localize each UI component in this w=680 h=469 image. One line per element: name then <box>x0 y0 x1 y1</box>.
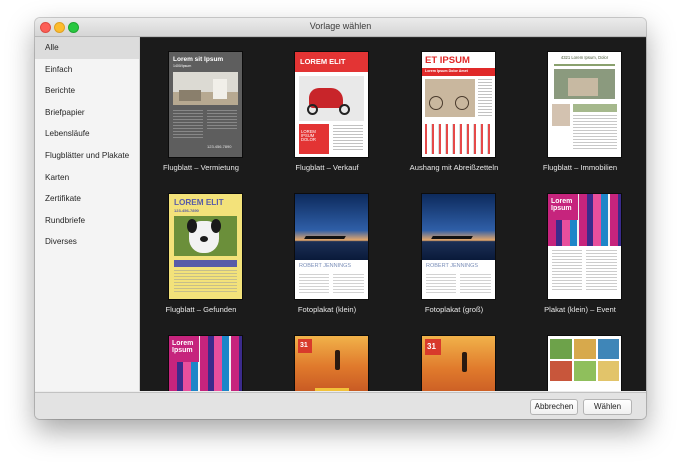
choose-button[interactable]: Wählen <box>583 399 632 415</box>
template-label: Fotoplakat (groß) <box>424 305 484 314</box>
sidebar-item-einfach[interactable]: Einfach <box>35 59 139 81</box>
template-thumbnail[interactable]: 31 <box>422 336 495 391</box>
template-chooser-window: Vorlage wählen Alle Einfach Berichte Bri… <box>35 18 646 419</box>
cancel-button[interactable]: Abbrechen <box>530 399 578 415</box>
dialog-footer: Abbrechen Wählen <box>35 392 646 419</box>
template-thumbnail[interactable] <box>548 336 621 391</box>
sidebar-item-diverses[interactable]: Diverses <box>35 231 139 253</box>
sidebar-item-karten[interactable]: Karten <box>35 167 139 189</box>
template-thumbnail[interactable]: LOREM ELIT LOREM IPSUM DOLOR <box>295 52 368 157</box>
sidebar-item-briefpapier[interactable]: Briefpapier <box>35 102 139 124</box>
sidebar-item-rundbriefe[interactable]: Rundbriefe <box>35 210 139 232</box>
template-thumbnail[interactable]: 31 <box>295 336 368 391</box>
template-label: Flugblatt – Verkauf <box>295 163 359 172</box>
title-bar: Vorlage wählen <box>35 18 646 37</box>
sidebar-item-zertifikate[interactable]: Zertifikate <box>35 188 139 210</box>
template-label: Aushang mit Abreißzetteln <box>409 163 499 172</box>
template-thumbnail[interactable]: 4321 Lorem Ipsum, Dolor <box>548 52 621 157</box>
template-gallery: Lorem sit Ipsum 1400/Ipsum 123.456.7890 … <box>140 37 646 391</box>
template-thumbnail[interactable]: ROBERT JENNINGS <box>295 194 368 299</box>
window-title: Vorlage wählen <box>309 21 372 31</box>
template-thumbnail[interactable]: Lorem Ipsum <box>169 336 242 391</box>
category-sidebar: Alle Einfach Berichte Briefpapier Lebens… <box>35 37 140 391</box>
template-thumbnail[interactable]: ROBERT JENNINGS <box>422 194 495 299</box>
sidebar-item-berichte[interactable]: Berichte <box>35 80 139 102</box>
template-label: Flugblatt – Immobilien <box>542 163 618 172</box>
sidebar-item-lebenslaeufe[interactable]: Lebensläufe <box>35 123 139 145</box>
template-label: Fotoplakat (klein) <box>297 305 357 314</box>
template-thumbnail[interactable]: LOREM ELIT 123-456-7890 <box>169 194 242 299</box>
template-label: Flugblatt – Gefunden <box>165 305 237 314</box>
sidebar-item-flugblaetter-und-plakate[interactable]: Flugblätter und Plakate <box>35 145 139 167</box>
template-label: Plakat (klein) – Event <box>544 305 616 314</box>
template-thumbnail[interactable]: Lorem Ipsum <box>548 194 621 299</box>
template-label: Flugblatt – Vermietung <box>163 163 239 172</box>
template-thumbnail[interactable]: Lorem sit Ipsum 1400/Ipsum 123.456.7890 <box>169 52 242 157</box>
sidebar-item-alle[interactable]: Alle <box>35 37 139 59</box>
template-thumbnail[interactable]: ET IPSUM Lorem Ipsum Dolor Amet <box>422 52 495 157</box>
